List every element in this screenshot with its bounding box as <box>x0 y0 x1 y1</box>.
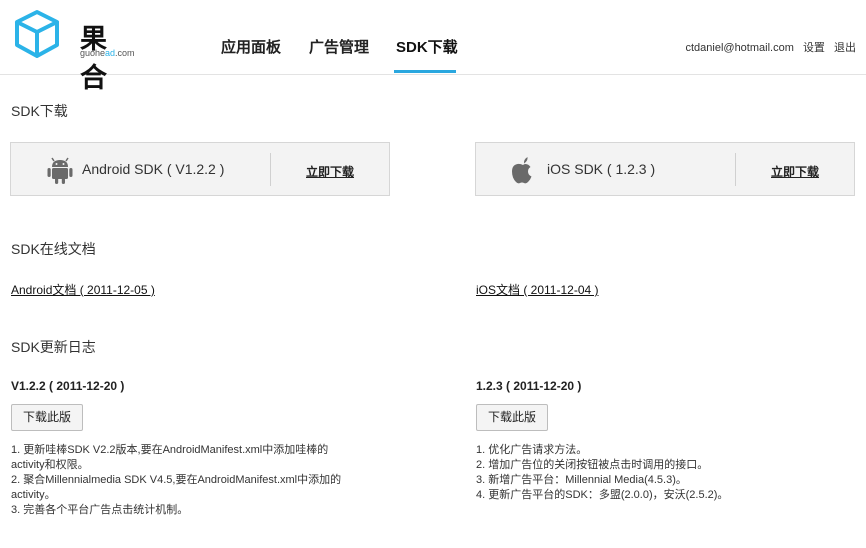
android-download-version-button[interactable]: 下载此版 <box>11 404 84 431</box>
android-sdk-label: Android SDK ( V1.2.2 ) <box>82 161 225 177</box>
top-header: 果合 guohead.com 应用面板 广告管理 SDK下载 ctdaniel@… <box>0 0 866 93</box>
divider <box>735 153 736 186</box>
android-docs-link[interactable]: Android文档 ( 2011-12-05 ) <box>11 281 155 298</box>
list-item: 3. 完善各个平台广告点击统计机制。 <box>11 504 189 516</box>
ios-sdk-label: iOS SDK ( 1.2.3 ) <box>547 161 656 177</box>
android-icon <box>47 157 73 184</box>
nav-ad-management[interactable]: 广告管理 <box>309 36 369 57</box>
nav-app-panel[interactable]: 应用面板 <box>221 36 281 57</box>
list-item: 2. 聚合Millennialmedia SDK V4.5,要在AndroidM… <box>11 474 342 486</box>
logout-link[interactable]: 退出 <box>834 42 856 54</box>
android-download-box: Android SDK ( V1.2.2 ) 立即下载 <box>10 142 390 196</box>
download-section-title: SDK下载 <box>11 103 68 119</box>
ios-download-version-button[interactable]: 下载此版 <box>476 404 549 431</box>
list-item: 3. 新增广告平台：Millennial Media(4.5.3)。 <box>476 474 687 486</box>
user-menu: ctdaniel@hotmail.com 设置 退出 <box>685 39 856 55</box>
cube-logo-icon <box>15 10 59 58</box>
ios-version-title: 1.2.3 ( 2011-12-20 ) <box>476 379 582 393</box>
list-item: activity和权限。 <box>11 459 89 471</box>
ios-download-link[interactable]: 立即下载 <box>771 163 819 180</box>
android-changelog-list: 1. 更新哇棒SDK V2.2版本,要在AndroidManifest.xml中… <box>11 443 411 518</box>
nav-sdk-download[interactable]: SDK下载 <box>396 36 458 57</box>
list-item: 4. 更新广告平台的SDK：多盟(2.0.0)，安沃(2.5.2)。 <box>476 489 729 501</box>
ios-changelog-list: 1. 优化广告请求方法。 2. 增加广告位的关闭按钮被点击时调用的接口。 3. … <box>476 443 856 503</box>
apple-icon <box>512 157 532 184</box>
changelog-section-title: SDK更新日志 <box>11 339 96 355</box>
android-version-title: V1.2.2 ( 2011-12-20 ) <box>11 379 125 393</box>
list-item: 2. 增加广告位的关闭按钮被点击时调用的接口。 <box>476 459 709 471</box>
settings-link[interactable]: 设置 <box>803 42 825 54</box>
brand-logo[interactable]: 果合 guohead.com <box>11 8 135 93</box>
ios-docs-link[interactable]: iOS文档 ( 2011-12-04 ) <box>476 281 599 298</box>
ios-download-box: iOS SDK ( 1.2.3 ) 立即下载 <box>475 142 855 196</box>
android-download-link[interactable]: 立即下载 <box>306 163 354 180</box>
list-item: activity。 <box>11 489 56 501</box>
list-item: 1. 更新哇棒SDK V2.2版本,要在AndroidManifest.xml中… <box>11 444 329 456</box>
brand-domain: guohead.com <box>80 48 135 58</box>
user-email: ctdaniel@hotmail.com <box>685 42 794 54</box>
list-item: 1. 优化广告请求方法。 <box>476 444 588 456</box>
docs-section-title: SDK在线文档 <box>11 241 96 257</box>
nav-active-indicator <box>394 70 456 73</box>
divider <box>270 153 271 186</box>
